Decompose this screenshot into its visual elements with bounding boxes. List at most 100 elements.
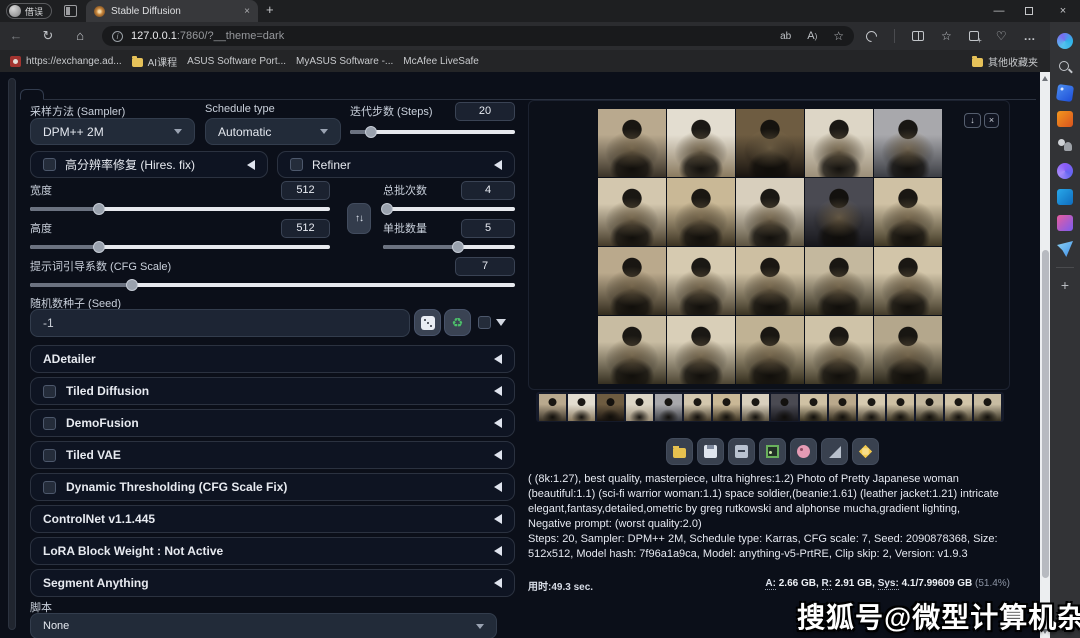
batch-size-input[interactable]: 5 (461, 219, 515, 238)
tab-close-icon[interactable]: × (244, 6, 250, 17)
width-input[interactable]: 512 (281, 181, 330, 200)
app-tab[interactable] (88, 90, 110, 99)
accordion-section[interactable]: LoRA Block Weight : Not Active (30, 537, 515, 565)
hires-fix-checkbox[interactable] (43, 158, 56, 171)
thumbnail-image[interactable] (829, 394, 856, 421)
sidebar-add-icon[interactable]: + (1057, 277, 1073, 293)
bookmark-item[interactable]: McAfee LiveSafe (403, 56, 479, 67)
gallery-image[interactable] (598, 109, 666, 177)
browser-essentials-icon[interactable]: ♡ (996, 29, 1007, 43)
other-favorites-button[interactable]: 其他收藏夹 (972, 50, 1038, 72)
gallery-image[interactable] (598, 247, 666, 315)
gallery-image[interactable] (805, 109, 873, 177)
thumbnail-image[interactable] (597, 394, 624, 421)
send-extras-icon[interactable] (821, 438, 848, 465)
search-side-icon[interactable] (1057, 59, 1073, 75)
send-inpaint-icon[interactable] (790, 438, 817, 465)
send-img2img-icon[interactable] (759, 438, 786, 465)
batch-size-slider[interactable] (383, 240, 515, 253)
script-dropdown[interactable]: None (30, 613, 497, 638)
maximize-button[interactable] (1014, 0, 1044, 22)
sampler-dropdown[interactable]: DPM++ 2M (30, 118, 195, 145)
thumbnail-image[interactable] (945, 394, 972, 421)
seed-input[interactable]: -1 (30, 309, 410, 337)
accordion-section[interactable]: Tiled VAE (30, 441, 515, 469)
accordion-section[interactable]: ControlNet v1.1.445 (30, 505, 515, 533)
accordion-checkbox[interactable] (43, 449, 56, 462)
thumbnail-image[interactable] (684, 394, 711, 421)
seed-extra-arrow-icon[interactable] (496, 319, 506, 326)
copilot-c-icon[interactable] (864, 28, 880, 44)
bookmark-item[interactable]: MyASUS Software -... (296, 56, 393, 67)
app-tab[interactable] (44, 90, 66, 99)
height-slider[interactable] (30, 240, 330, 253)
address-bar[interactable]: i 127.0.0.1 :7860/?__theme=dark ab A) ☆ (102, 26, 854, 46)
accordion-section[interactable]: ADetailer (30, 345, 515, 373)
refiner-section[interactable]: Refiner (277, 151, 515, 178)
refresh-icon[interactable]: ↻ (38, 22, 58, 50)
gallery-image[interactable] (667, 316, 735, 384)
thumbnail-image[interactable] (800, 394, 827, 421)
back-icon[interactable]: ← (6, 22, 26, 50)
thumbnail-image[interactable] (974, 394, 1001, 421)
height-input[interactable]: 512 (281, 219, 330, 238)
batch-count-slider[interactable] (383, 202, 515, 215)
collections-icon[interactable] (969, 31, 979, 41)
people-icon[interactable] (1057, 137, 1073, 153)
profile-button[interactable]: 借误 (6, 3, 52, 19)
accordion-section[interactable]: Dynamic Thresholding (CFG Scale Fix) (30, 473, 515, 501)
gallery-image[interactable] (736, 109, 804, 177)
reuse-seed-button[interactable]: ♻ (444, 309, 471, 336)
bookmark-item[interactable]: https://exchange.ad... (10, 56, 122, 67)
site-info-icon[interactable]: i (112, 31, 123, 42)
cfg-slider[interactable] (30, 278, 515, 291)
gallery-image[interactable] (874, 247, 942, 315)
thumbnail-image[interactable] (742, 394, 769, 421)
gallery-image[interactable] (667, 247, 735, 315)
save-icon[interactable] (697, 438, 724, 465)
close-window-button[interactable]: × (1048, 0, 1078, 22)
favorite-star-icon[interactable]: ☆ (833, 29, 844, 43)
gallery-image[interactable] (805, 316, 873, 384)
new-tab-button[interactable]: + (266, 2, 274, 17)
scroll-up-icon[interactable] (1042, 76, 1048, 81)
app-tab[interactable] (110, 90, 132, 99)
shopping-icon[interactable] (1056, 84, 1074, 102)
accordion-section[interactable]: Segment Anything (30, 569, 515, 597)
page-scrollbar[interactable] (1040, 72, 1050, 638)
more-menu-icon[interactable]: … (1024, 29, 1036, 43)
gallery-image[interactable] (805, 178, 873, 246)
width-slider[interactable] (30, 202, 330, 215)
download-image-icon[interactable]: ↓ (964, 113, 981, 128)
gallery-image[interactable] (736, 316, 804, 384)
bookmark-item[interactable]: ASUS Software Port... (187, 56, 286, 67)
bookmark-item[interactable]: AI课程 (132, 54, 177, 69)
accordion-checkbox[interactable] (43, 385, 56, 398)
gallery-image[interactable] (598, 178, 666, 246)
swap-dimensions-button[interactable]: ↑↓ (347, 203, 371, 234)
workspaces-icon[interactable] (64, 5, 77, 17)
app-tab[interactable] (20, 89, 44, 100)
split-screen-icon[interactable] (912, 31, 924, 41)
thumbnail-image[interactable] (568, 394, 595, 421)
gallery-image[interactable] (667, 109, 735, 177)
thumbnail-image[interactable] (887, 394, 914, 421)
copilot-icon[interactable] (1057, 33, 1073, 49)
steps-input[interactable]: 20 (455, 102, 515, 121)
random-seed-button[interactable] (414, 309, 441, 336)
refiner-checkbox[interactable] (290, 158, 303, 171)
upscale-icon[interactable] (852, 438, 879, 465)
accordion-checkbox[interactable] (43, 417, 56, 430)
close-gallery-icon[interactable]: × (984, 113, 999, 128)
gallery-image[interactable] (736, 178, 804, 246)
gallery-image[interactable] (874, 316, 942, 384)
open-folder-icon[interactable] (666, 438, 693, 465)
favorites-icon[interactable]: ☆ (941, 29, 952, 43)
gallery-image[interactable] (805, 247, 873, 315)
drop-icon[interactable] (1057, 241, 1073, 257)
schedule-dropdown[interactable]: Automatic (205, 118, 341, 145)
thumbnail-image[interactable] (626, 394, 653, 421)
minimize-button[interactable]: — (984, 0, 1014, 22)
thumbnail-image[interactable] (858, 394, 885, 421)
designer-icon[interactable] (1057, 215, 1073, 231)
